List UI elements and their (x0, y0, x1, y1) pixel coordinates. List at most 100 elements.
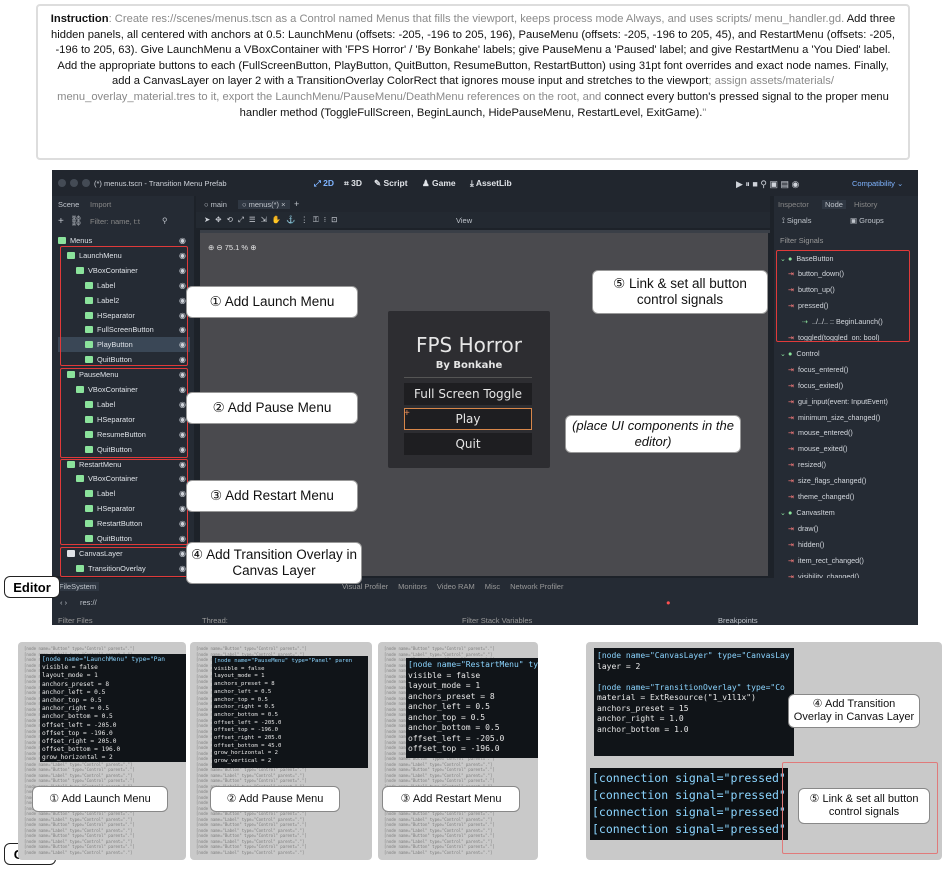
tab-filesystem[interactable]: FileSystem (56, 582, 100, 591)
code-line: grow_vertical = 2 (214, 758, 272, 765)
thread-label: Thread: (202, 616, 228, 625)
play-controls[interactable]: ▶ ⏸ ■ ⚲ ▣ ▤ ◉ (736, 179, 799, 190)
code-line: anchor_bottom = 0.5 (42, 713, 113, 721)
zoom-controls[interactable]: ⊕ ⊖ 75.1 % ⊕ (208, 243, 256, 252)
code-line: [connection signal="pressed" fr (592, 771, 788, 785)
preview-title: FPS Horror (415, 333, 522, 357)
signal-label: gui_input(event: InputEvent) (798, 396, 888, 406)
play-button[interactable]: Play (404, 408, 532, 430)
view-menu[interactable]: View (456, 216, 472, 225)
filter-files-input[interactable]: Filter Files (58, 616, 93, 625)
code-line: anchor_right = 0.5 (42, 705, 110, 713)
signal-item[interactable]: ⇥ minimum_size_changed() (778, 409, 912, 425)
signal-icon: ⇥ (788, 555, 795, 565)
tab-inspector[interactable]: Inspector (778, 200, 809, 209)
callout-signals: ⑤ Link & set all button control signals (592, 270, 768, 314)
instruction-prefix: Instruction (50, 13, 109, 25)
code-canvas: [node name="CanvasLayer" type="CanvasLay… (594, 648, 794, 756)
instruction-box: Instruction: Create res://scenes/menus.t… (36, 4, 910, 160)
filter-stack-input[interactable]: Filter Stack Variables (462, 616, 532, 625)
signal-label: mouse_entered() (798, 428, 853, 438)
selection-handle[interactable]: + (404, 408, 410, 419)
code-restart: [node name="RestartMenu" typ visible = fa… (406, 658, 538, 758)
code-line: anchor_bottom = 0.5 (214, 711, 278, 718)
debugger-tab[interactable]: Video RAM (437, 582, 475, 591)
signal-item[interactable]: ⇥ draw() (778, 520, 912, 536)
window-close-dot[interactable] (58, 179, 66, 187)
filter-signals-input[interactable]: Filter Signals (780, 236, 823, 245)
groups-tab[interactable]: ▣ Groups (850, 216, 884, 225)
workspace-assetlib[interactable]: ⤓ AssetLib (470, 178, 512, 189)
code-line: offset_bottom = 45.0 (214, 742, 282, 749)
tab-scene[interactable]: Scene (58, 200, 79, 209)
record-icon[interactable]: ● (666, 598, 671, 607)
code-line: [connection signal="pressed" fr (592, 805, 788, 819)
signal-group-header[interactable]: ⌄ ● Control (778, 345, 912, 361)
code-caption-pause: ② Add Pause Menu (210, 786, 340, 812)
path-field[interactable]: res:// (80, 598, 97, 607)
callout-overlay: ④ Add Transition Overlay in Canvas Layer (186, 542, 362, 584)
signal-item[interactable]: ⇥ resized() (778, 457, 912, 473)
tab-node[interactable]: Node (822, 200, 846, 209)
code-line: offset_left = -205.0 (408, 733, 505, 743)
code-line: anchor_left = 0.5 (408, 702, 490, 711)
full-screen-button[interactable]: Full Screen Toggle (404, 383, 532, 405)
code-caption-overlay: ④ Add Transition Overlay in Canvas Layer (788, 694, 920, 728)
add-node-icon[interactable]: + (58, 216, 64, 227)
signal-item[interactable]: ⇥ theme_changed() (778, 489, 912, 505)
tab-history[interactable]: History (854, 200, 877, 209)
signal-item[interactable]: ⇥ focus_exited() (778, 377, 912, 393)
canvas-tools[interactable]: ➤✥⟲⤢☰⇲✋⚓⋮⚿⁝⊡ (204, 215, 342, 225)
debugger-tab[interactable]: Misc (485, 582, 500, 591)
code-pause: [node name="PauseMenu" type="Panel" pare… (212, 656, 368, 768)
code-line: anchors_preset = 8 (408, 691, 495, 701)
debugger-tab[interactable]: Network Profiler (510, 582, 563, 591)
signal-item[interactable]: ⇥ mouse_entered() (778, 425, 912, 441)
renderer-select[interactable]: Compatibility ⌄ (852, 179, 903, 188)
signals-tab[interactable]: ⟟ Signals (782, 216, 811, 226)
scene-filter-input[interactable]: Filter: name, t:t (90, 217, 160, 226)
code-line: offset_top = -196.0 (214, 727, 278, 734)
signal-label: focus_entered() (798, 364, 849, 374)
signal-icon: ⇥ (788, 460, 795, 470)
signal-item[interactable]: ⇥ mouse_exited() (778, 441, 912, 457)
signal-label: size_flags_changed() (798, 476, 867, 486)
signal-label: theme_changed() (798, 492, 855, 501)
tab-import[interactable]: Import (90, 200, 111, 209)
signal-item[interactable]: ⇥ gui_input(event: InputEvent) (778, 393, 912, 409)
code-line: anchor_top = 0.5 (214, 696, 268, 703)
workspace-game[interactable]: ♟ Game (422, 178, 456, 189)
signal-item[interactable]: ⇥ item_rect_changed() (778, 552, 912, 568)
workspace-3d[interactable]: ⌗ 3D (344, 178, 362, 189)
visibility-eye-icon[interactable]: ◉ (179, 236, 186, 245)
code-shot-pause: [node name="Button" type="Control" paren… (190, 642, 372, 860)
code-line: anchors_preset = 8 (42, 680, 110, 688)
nav-arrows[interactable]: ‹ › (60, 598, 67, 607)
signal-item[interactable]: ⇥ hidden() (778, 536, 912, 552)
code-line: anchor_top = 0.5 (408, 712, 486, 722)
code-line: anchor_bottom = 1.0 (597, 724, 689, 734)
signal-icon: ⇥ (788, 396, 795, 406)
launch-menu-highlight (60, 246, 188, 366)
code-line: [node name="PauseMenu" type="Panel" pare… (214, 658, 353, 664)
workspace-2d[interactable]: ⤢ 2D (314, 178, 334, 189)
code-line: offset_left = -205.0 (42, 721, 117, 729)
signal-item[interactable]: ⇥ focus_entered() (778, 361, 912, 377)
preview-separator (404, 377, 532, 378)
signal-group-header[interactable]: ⌄ ● CanvasItem (778, 504, 912, 520)
quit-button[interactable]: Quit (404, 433, 532, 455)
workspace-script[interactable]: ✎ Script (374, 178, 408, 189)
signal-item[interactable]: ⇥ size_flags_changed() (778, 473, 912, 489)
link-icon[interactable]: ⛓ (70, 216, 83, 227)
scene-tab-menus[interactable]: ○ menus(*) × (238, 200, 290, 209)
window-max-dot[interactable] (82, 179, 90, 187)
editor-label: Editor (4, 576, 60, 598)
scene-tab-main[interactable]: ○ main (204, 200, 227, 209)
window-min-dot[interactable] (70, 179, 78, 187)
debugger-tab[interactable]: Monitors (398, 582, 427, 591)
code-line: grow_horizontal = 2 (42, 754, 113, 762)
signal-icon: ⇥ (788, 476, 795, 486)
new-tab-icon[interactable]: + (294, 199, 299, 209)
signal-label: focus_exited() (798, 380, 844, 390)
